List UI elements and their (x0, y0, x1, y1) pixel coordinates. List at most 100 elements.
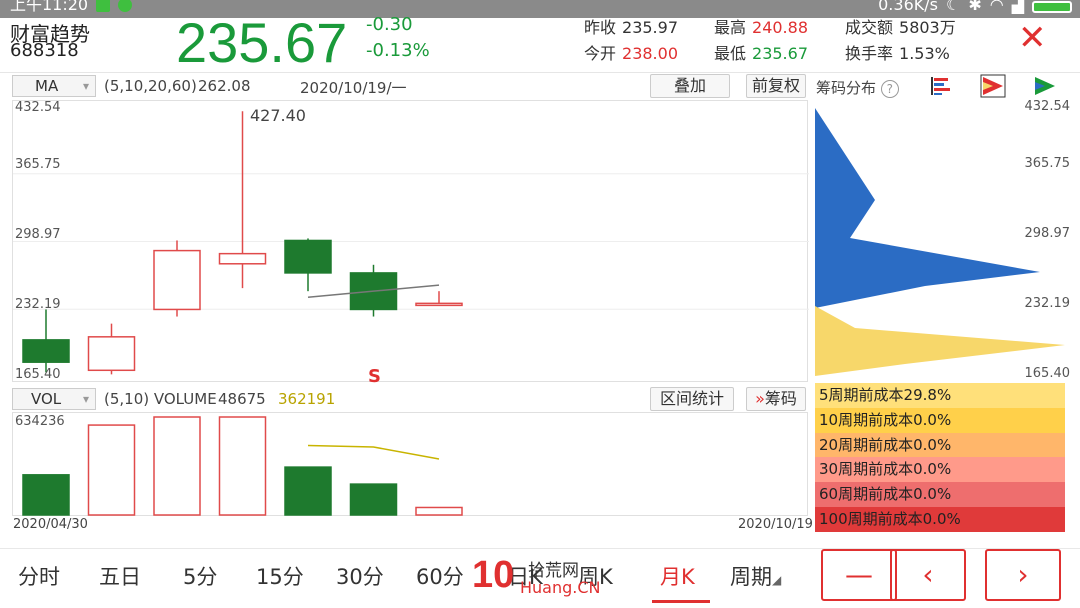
indicator-select[interactable]: MA (12, 75, 96, 97)
max-price-label: 427.40 (250, 106, 306, 125)
chip-triangle-green-icon[interactable] (1032, 74, 1058, 98)
kline-chart[interactable]: 432.54 365.75 298.97 232.19 165.40 427.4… (12, 100, 809, 387)
next-button[interactable]: › (985, 549, 1061, 601)
candle-body (218, 252, 267, 265)
chip-button[interactable]: »筹码 (746, 387, 806, 411)
volume-indicator-select[interactable]: VOL (12, 388, 96, 410)
cost-row: 30周期前成本0.0% (815, 457, 1065, 483)
cost-row: 10周期前成本0.0% (815, 407, 1065, 433)
y-tick-label: 432.54 (15, 100, 61, 115)
chip-tick-label: 365.75 (1024, 156, 1071, 171)
volume-params: (5,10) VOLUME (104, 390, 217, 408)
volume-bar (415, 506, 463, 516)
sell-signal: S (368, 366, 381, 387)
net-speed: 0.36K/s (878, 0, 938, 14)
cost-row: 100周期前成本0.0% (815, 506, 1065, 532)
help-icon[interactable]: ? (880, 80, 899, 98)
active-tab-indicator (652, 600, 710, 603)
battery-saver-icon (96, 0, 111, 12)
status-time: 上午11:20 (10, 0, 89, 14)
volume-svg (22, 416, 463, 516)
high-price: 最高 240.88 (714, 14, 808, 38)
candle-body (415, 302, 463, 307)
candle-body (284, 239, 332, 274)
chip-label-text: 筹码分布 (816, 79, 877, 97)
kline-svg (13, 111, 809, 375)
moon-icon: ☾ (945, 0, 961, 14)
cost-row: 5周期前成本29.8% (815, 383, 1065, 408)
y-tick-label: 298.97 (15, 227, 61, 242)
double-chevron-icon: » (755, 389, 765, 408)
turnover: 换手率 1.53% (845, 40, 950, 64)
volume-max-label: 634236 (15, 414, 65, 429)
y-tick-label: 365.75 (15, 157, 61, 172)
cost-list: 5周期前成本29.8% 10周期前成本0.0% 20周期前成本0.0% 30周期… (815, 383, 1065, 532)
interval-stats-button[interactable]: 区间统计 (650, 387, 734, 411)
prev-close-value: 235.97 (622, 18, 678, 37)
y-tick-label: 232.19 (15, 297, 61, 312)
tab-15min[interactable]: 15分 (256, 561, 304, 591)
close-icon[interactable]: ✕ (1018, 18, 1047, 58)
chip-tick-label: 232.19 (1024, 296, 1071, 311)
tab-period-label: 周期 (730, 565, 772, 589)
candle-body (87, 336, 136, 372)
candle-body (153, 249, 201, 311)
low-label: 最低 (714, 44, 747, 63)
wifi-icon: ◠ (989, 0, 1004, 14)
turnover-label: 换手率 (845, 44, 894, 63)
corner-triangle-icon: ◢ (772, 573, 782, 587)
chip-tick-label: 298.97 (1024, 226, 1071, 241)
chip-bars-icon[interactable] (928, 74, 952, 98)
volume-ma-value: 362191 (278, 390, 336, 408)
cursor-date: 2020/10/19/一 (300, 79, 407, 97)
tab-intraday[interactable]: 分时 (18, 561, 60, 591)
tab-monthly[interactable]: 月K (660, 561, 695, 591)
volume-bar (349, 483, 398, 516)
overlay-button[interactable]: 叠加 (650, 74, 730, 98)
chip-button-label: 筹码 (764, 389, 797, 408)
volume-value: 48675 (218, 390, 266, 408)
chip-distribution-label: 筹码分布 ? (816, 77, 899, 98)
ma-value: 262.08 (198, 77, 251, 95)
stock-code: 688318 (10, 40, 79, 61)
current-price: 235.67 (176, 11, 348, 74)
quote-header: 财富趋势 688318 235.67 -0.30 -0.13% 昨收 235.97… (0, 11, 1080, 74)
adjust-button[interactable]: 前复权 (746, 74, 806, 98)
price-change: -0.30 (366, 14, 413, 35)
end-date: 2020/10/19 (738, 517, 813, 532)
tab-period[interactable]: 周期◢ (730, 561, 781, 591)
cost-row: 20周期前成本0.0% (815, 432, 1065, 458)
watermark-logo: 10 拾荒网 Huang.CN (472, 554, 602, 600)
chip-distribution-chart[interactable]: 432.54 365.75 298.97 232.19 165.40 (815, 99, 1080, 382)
signal-icon: ▟ (1011, 0, 1024, 14)
amount-value: 5803万 (899, 18, 956, 37)
prev-button[interactable]: ‹ (890, 549, 966, 601)
volume-bar (22, 474, 70, 516)
price-change-pct: -0.13% (366, 40, 430, 61)
android-icon (118, 0, 133, 12)
tab-30min[interactable]: 30分 (336, 561, 384, 591)
volume-bar (284, 466, 332, 516)
tab-60min[interactable]: 60分 (416, 561, 464, 591)
open-label: 今开 (584, 44, 617, 63)
tab-five-day[interactable]: 五日 (99, 561, 141, 591)
battery-icon (1032, 1, 1072, 13)
high-label: 最高 (714, 18, 747, 37)
tab-5min[interactable]: 5分 (183, 561, 217, 591)
bluetooth-icon: ✱ (968, 0, 982, 14)
watermark-domain: Huang.CN (520, 578, 601, 597)
turnover-value: 1.53% (899, 44, 950, 63)
candle-body (22, 339, 70, 363)
chip-triangle-red-icon[interactable] (980, 74, 1006, 98)
amount: 成交额 5803万 (845, 14, 956, 38)
start-date: 2020/04/30 (13, 517, 88, 532)
volume-chart[interactable]: 634236 (12, 412, 808, 516)
volume-bar (87, 424, 136, 516)
low-value: 235.67 (752, 44, 808, 63)
volume-bar (153, 416, 201, 516)
amount-label: 成交额 (845, 18, 894, 37)
chip-tick-label: 165.40 (1024, 366, 1071, 381)
low-price: 最低 235.67 (714, 40, 808, 64)
chip-svg (815, 108, 1065, 376)
zoom-out-button[interactable]: — (821, 549, 897, 601)
